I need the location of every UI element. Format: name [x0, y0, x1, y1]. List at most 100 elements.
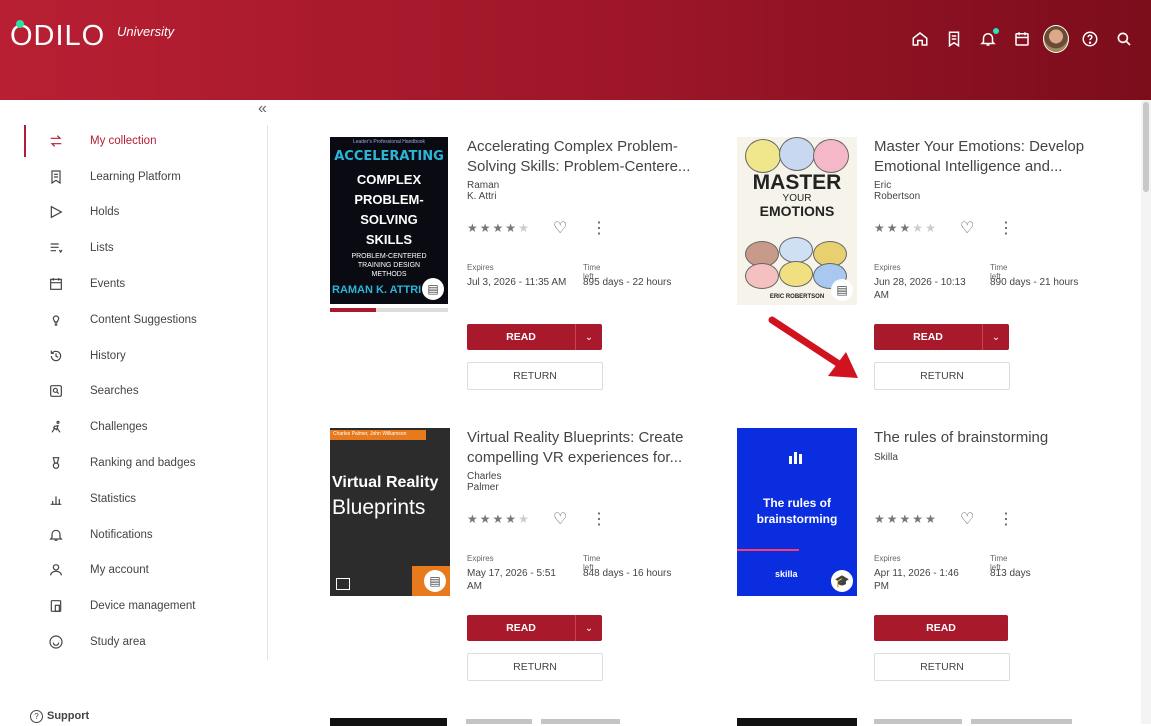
favorite-heart-icon[interactable]: ♡: [553, 218, 567, 238]
cover-text: METHODS: [371, 271, 407, 278]
more-options-icon[interactable]: ⋮: [998, 509, 1014, 529]
sidebar-item-ranking-and-badges[interactable]: Ranking and badges: [24, 445, 197, 481]
face-illustration: [813, 139, 849, 173]
rating-star[interactable]: ★: [518, 221, 531, 235]
book-cover[interactable]: MASTER YOUR EMOTIONS ERIC ROBERTSON ▤: [737, 137, 857, 305]
sidebar-item-holds[interactable]: Holds: [24, 195, 197, 231]
face-illustration: [779, 261, 813, 287]
rating-star[interactable]: ★: [493, 512, 506, 526]
sidebar-item-learning-platform[interactable]: Learning Platform: [24, 159, 197, 195]
rating-star[interactable]: ★: [912, 221, 925, 235]
rating-star[interactable]: ★: [900, 512, 913, 526]
rating-star[interactable]: ★: [887, 221, 900, 235]
rating-star[interactable]: ★: [900, 221, 913, 235]
book-cover-partial[interactable]: [737, 718, 857, 726]
bell-icon: [48, 525, 82, 545]
search-icon[interactable]: [1111, 26, 1137, 52]
read-button[interactable]: READ: [874, 324, 982, 350]
sidebar-item-lists[interactable]: Lists: [24, 230, 197, 266]
calendar-icon[interactable]: [1009, 26, 1035, 52]
search-box-icon: [48, 381, 82, 401]
favorite-heart-icon[interactable]: ♡: [553, 509, 567, 529]
sidebar-item-challenges[interactable]: Challenges: [24, 409, 197, 445]
favorite-heart-icon[interactable]: ♡: [960, 218, 974, 238]
odilo-logo[interactable]: ODILO: [10, 20, 105, 53]
more-options-icon[interactable]: ⋮: [591, 218, 607, 238]
return-button[interactable]: RETURN: [467, 362, 603, 390]
read-button[interactable]: READ: [467, 324, 575, 350]
rating-star[interactable]: ★: [518, 512, 531, 526]
rating-star[interactable]: ★: [925, 512, 938, 526]
rating-star[interactable]: ★: [505, 221, 518, 235]
return-button[interactable]: RETURN: [874, 362, 1010, 390]
book-cover-partial[interactable]: [330, 718, 447, 726]
read-options-dropdown[interactable]: ⌄: [575, 615, 602, 641]
rating-star[interactable]: ★: [925, 221, 938, 235]
collapse-sidebar-button[interactable]: «: [258, 100, 267, 118]
course-cap-icon: 🎓: [831, 570, 853, 592]
sidebar-item-searches[interactable]: Searches: [24, 374, 197, 410]
rating-stars[interactable]: ★★★★★: [467, 512, 531, 526]
scrollbar-thumb[interactable]: [1143, 102, 1149, 192]
book-author[interactable]: Eric Robertson: [874, 180, 920, 202]
sidebar-item-device-management[interactable]: Device management: [24, 588, 197, 624]
book-author[interactable]: Skilla: [874, 452, 898, 463]
more-options-icon[interactable]: ⋮: [591, 509, 607, 529]
read-button[interactable]: READ: [467, 615, 575, 641]
sidebar-item-events[interactable]: Events: [24, 266, 197, 302]
help-icon[interactable]: [1077, 26, 1103, 52]
rating-star[interactable]: ★: [493, 221, 506, 235]
read-options-dropdown[interactable]: ⌄: [575, 324, 602, 350]
book-cover[interactable]: Leader's Professional Handbook ACCELERATI…: [330, 137, 448, 304]
cover-text: brainstorming: [756, 512, 838, 526]
return-button[interactable]: RETURN: [467, 653, 603, 681]
chevron-down-icon: ⌄: [991, 331, 1001, 343]
book-author[interactable]: Charles Palmer: [467, 471, 501, 493]
book-cover[interactable]: The rules of brainstorming skilla 🎓: [737, 428, 857, 596]
rating-star[interactable]: ★: [887, 512, 900, 526]
book-title[interactable]: Master Your Emotions: Develop Emotional …: [874, 137, 1109, 177]
book-title[interactable]: Virtual Reality Blueprints: Create compe…: [467, 428, 702, 468]
rating-star[interactable]: ★: [480, 221, 493, 235]
book-author[interactable]: Raman K. Attri: [467, 180, 499, 202]
sidebar-item-notifications[interactable]: Notifications: [24, 517, 197, 553]
sidebar-item-my-account[interactable]: My account: [24, 553, 197, 589]
support-link[interactable]: ? Support: [30, 710, 89, 723]
more-options-icon[interactable]: ⋮: [998, 218, 1014, 238]
bell-icon[interactable]: [975, 26, 1001, 52]
sidebar-item-label: Challenges: [90, 421, 148, 434]
list-icon: [48, 238, 82, 258]
expires-value: May 17, 2026 - 5:51 AM: [467, 568, 556, 592]
chevron-down-icon: ⌄: [584, 331, 594, 343]
avatar[interactable]: [1043, 25, 1069, 53]
time-left-value: 848 days - 16 hours: [583, 568, 672, 579]
rating-stars[interactable]: ★★★★★: [467, 221, 531, 235]
rating-star[interactable]: ★: [480, 512, 493, 526]
rating-star[interactable]: ★: [912, 512, 925, 526]
face-illustration: [779, 237, 813, 263]
rating-star[interactable]: ★: [467, 221, 480, 235]
rating-star[interactable]: ★: [874, 221, 887, 235]
home-icon[interactable]: [907, 26, 933, 52]
sidebar-item-statistics[interactable]: Statistics: [24, 481, 197, 517]
sidebar-item-my-collection[interactable]: My collection: [24, 123, 197, 159]
help-circle-icon: ?: [30, 710, 43, 723]
read-options-dropdown[interactable]: ⌄: [982, 324, 1009, 350]
book-title[interactable]: Accelerating Complex Problem-Solving Ski…: [467, 137, 702, 177]
sidebar-item-content-suggestions[interactable]: Content Suggestions: [24, 302, 197, 338]
page-scrollbar[interactable]: [1141, 100, 1151, 724]
sidebar-item-history[interactable]: History: [24, 338, 197, 374]
read-button[interactable]: READ: [874, 615, 1008, 641]
rating-star[interactable]: ★: [505, 512, 518, 526]
favorite-heart-icon[interactable]: ♡: [960, 509, 974, 529]
sidebar-item-study-area[interactable]: Study area: [24, 624, 197, 660]
rating-stars[interactable]: ★★★★★: [874, 221, 938, 235]
rating-star[interactable]: ★: [874, 512, 887, 526]
book-title[interactable]: The rules of brainstorming: [874, 428, 1109, 448]
book-cover[interactable]: Charles Palmer, John Williamson Virtual R…: [330, 428, 450, 596]
bookmark-icon[interactable]: [941, 26, 967, 52]
rating-stars[interactable]: ★★★★★: [874, 512, 938, 526]
return-button[interactable]: RETURN: [874, 653, 1010, 681]
rating-star[interactable]: ★: [467, 512, 480, 526]
logo-dot: [16, 20, 24, 28]
